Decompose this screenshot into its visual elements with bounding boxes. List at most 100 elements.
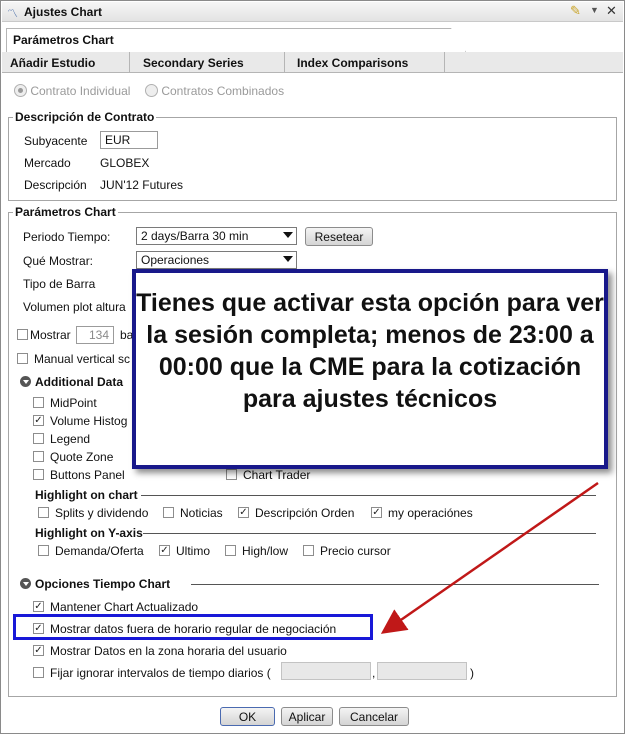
section-title: Opciones Tiempo Chart — [35, 577, 171, 591]
mostrar-bars-checkbox[interactable] — [17, 329, 28, 340]
mercado-value: GLOBEX — [100, 156, 150, 170]
tab-label: Parámetros Chart — [13, 33, 114, 47]
ignore-start-field[interactable] — [281, 662, 371, 680]
radio-contratos-combinados[interactable]: Contratos Combinados — [145, 84, 284, 98]
midpoint-checkbox[interactable] — [33, 397, 44, 408]
que-mostrar-label: Qué Mostrar: — [23, 254, 94, 268]
precio-cursor-checkbox[interactable] — [303, 545, 314, 556]
demanda-oferta-label: Demanda/Oferta — [55, 544, 144, 558]
sub-tab-row: Añadir Estudio Secondary Series Index Co… — [2, 52, 623, 73]
chart-trader-label: Chart Trader — [243, 468, 311, 482]
callout-text: Tienes que activar esta opción para ver … — [136, 289, 604, 413]
splits-label: Splits y dividendo — [55, 506, 149, 520]
pin-icon[interactable]: ✎ — [570, 3, 581, 19]
descripcion-orden-label: Descripción Orden — [255, 506, 355, 520]
user-timezone-label: Mostrar Datos en la zona horaria del usu… — [50, 644, 287, 658]
splits-checkbox[interactable] — [38, 507, 49, 518]
cancel-button[interactable]: Cancelar — [339, 707, 409, 726]
ultimo-checkbox[interactable]: ✓ — [159, 545, 170, 556]
ok-button[interactable]: OK — [220, 707, 275, 726]
highlight-y-title: Highlight on Y-axis — [35, 526, 143, 540]
descripcion-orden-checkbox[interactable]: ✓ — [238, 507, 249, 518]
additional-data-header[interactable]: Additional Data — [20, 375, 123, 389]
separator: , — [372, 666, 376, 680]
tipo-barra-label: Tipo de Barra — [23, 277, 96, 291]
my-operaciones-label: my operaciónes — [388, 506, 473, 520]
high-low-checkbox[interactable] — [225, 545, 236, 556]
legend-label: Legend — [50, 432, 91, 446]
subyacente-label: Subyacente — [24, 134, 88, 148]
ultimo-label: Ultimo — [176, 544, 211, 558]
apply-button[interactable]: Aplicar — [281, 707, 333, 726]
user-timezone-checkbox[interactable]: ✓ — [33, 645, 44, 656]
tab-label: Index Comparisons — [297, 56, 409, 70]
radio-unselected-icon — [145, 84, 158, 97]
dropdown-arrow-icon — [283, 256, 293, 262]
collapse-toggle-icon — [20, 578, 31, 589]
section-title: Additional Data — [35, 375, 124, 389]
group-title: Parámetros Chart — [13, 205, 118, 219]
tab-label: Añadir Estudio — [10, 56, 96, 70]
collapse-toggle-icon — [20, 376, 31, 387]
manual-scale-checkbox[interactable] — [17, 353, 28, 364]
tab-anadir-estudio[interactable]: Añadir Estudio — [2, 52, 130, 73]
mostrar-bars-label: Mostrar — [30, 328, 71, 342]
periodo-label: Periodo Tiempo: — [23, 230, 111, 244]
mercado-label: Mercado — [24, 156, 71, 170]
title-bar: 〽 Ajustes Chart ✎ ▼ ✕ — [2, 2, 623, 22]
chart-trader-checkbox[interactable] — [226, 469, 237, 480]
close-paren: ) — [470, 666, 474, 680]
chevron-down-icon[interactable]: ▼ — [590, 5, 599, 15]
que-mostrar-select[interactable]: Operaciones — [136, 251, 297, 269]
volume-histogram-checkbox[interactable]: ✓ — [33, 415, 44, 426]
quote-zone-label: Quote Zone — [50, 450, 114, 464]
demanda-oferta-checkbox[interactable] — [38, 545, 49, 556]
noticias-checkbox[interactable] — [163, 507, 174, 518]
radio-selected-icon — [14, 84, 27, 97]
mantener-chart-checkbox[interactable]: ✓ — [33, 601, 44, 612]
divider — [191, 584, 599, 585]
buttons-panel-checkbox[interactable] — [33, 469, 44, 480]
periodo-value: 2 days/Barra 30 min — [141, 229, 249, 243]
ignore-intervals-label: Fijar ignorar intervalos de tiempo diari… — [50, 666, 271, 680]
precio-cursor-label: Precio cursor — [320, 544, 391, 558]
annotation-highlight-box — [13, 614, 373, 640]
tab-secondary-series[interactable]: Secondary Series — [130, 52, 285, 73]
tab-index-comparisons[interactable]: Index Comparisons — [285, 52, 445, 73]
window-title: Ajustes Chart — [24, 5, 103, 19]
ignore-intervals-checkbox[interactable] — [33, 667, 44, 678]
mostrar-bars-field[interactable]: 134 — [76, 326, 114, 344]
descripcion-label: Descripción — [24, 178, 87, 192]
legend-checkbox[interactable] — [33, 433, 44, 444]
midpoint-label: MidPoint — [50, 396, 97, 410]
radio-contrato-individual[interactable]: Contrato Individual — [14, 84, 130, 98]
time-options-header[interactable]: Opciones Tiempo Chart — [20, 577, 170, 591]
ignore-end-field[interactable] — [377, 662, 467, 680]
divider — [143, 533, 596, 534]
close-icon[interactable]: ✕ — [606, 3, 617, 19]
descripcion-value: JUN'12 Futures — [100, 178, 183, 192]
group-title: Descripción de Contrato — [13, 110, 157, 124]
manual-scale-label: Manual vertical sc — [34, 352, 131, 366]
noticias-label: Noticias — [180, 506, 223, 520]
high-low-label: High/low — [242, 544, 289, 558]
settings-window: 〽 Ajustes Chart ✎ ▼ ✕ Parámetros Chart A… — [0, 0, 625, 734]
tab-parametros-chart[interactable]: Parámetros Chart — [6, 28, 466, 52]
que-mostrar-value: Operaciones — [141, 253, 210, 267]
chart-app-icon: 〽 — [7, 8, 18, 20]
annotation-callout: Tienes que activar esta opción para ver … — [132, 269, 608, 469]
divider — [141, 495, 596, 496]
highlight-chart-title: Highlight on chart — [35, 488, 138, 502]
volumen-label: Volumen plot altura — [23, 300, 126, 314]
dropdown-arrow-icon — [283, 232, 293, 238]
my-operaciones-checkbox[interactable]: ✓ — [371, 507, 382, 518]
quote-zone-checkbox[interactable] — [33, 451, 44, 462]
subyacente-field[interactable]: EUR — [100, 131, 158, 149]
periodo-select[interactable]: 2 days/Barra 30 min — [136, 227, 297, 245]
mantener-chart-label: Mantener Chart Actualizado — [50, 600, 199, 614]
volume-histogram-label: Volume Histog — [50, 414, 128, 428]
radio-label: Contratos Combinados — [161, 84, 285, 98]
buttons-panel-label: Buttons Panel — [50, 468, 125, 482]
reset-button[interactable]: Resetear — [305, 227, 373, 246]
radio-label: Contrato Individual — [30, 84, 131, 98]
